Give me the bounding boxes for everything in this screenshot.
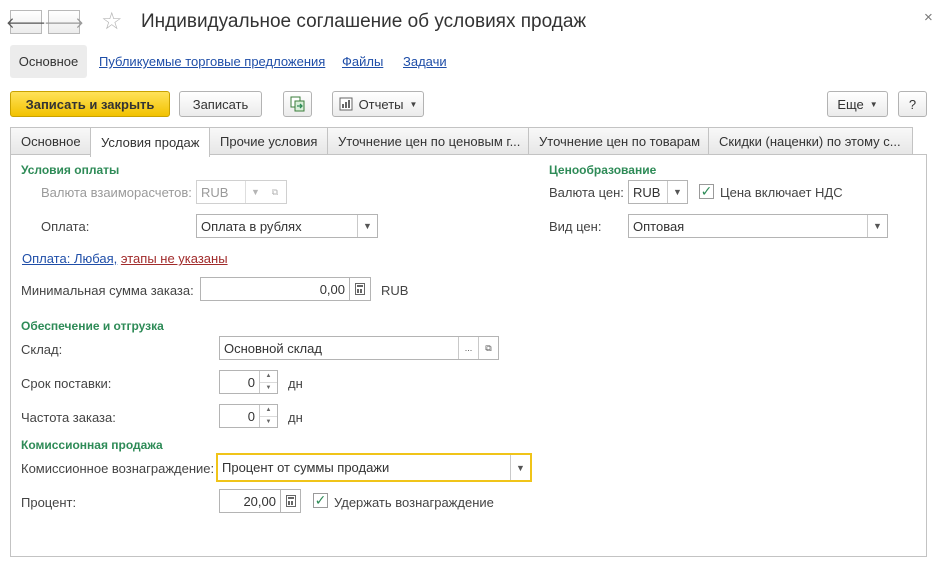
save-and-close-button[interactable]: Записать и закрыть: [10, 91, 170, 117]
percent-value: 20,00: [243, 493, 276, 509]
pricing-group-title: Ценообразование: [549, 163, 657, 177]
order-frequency-stepper[interactable]: ▲ ▼: [259, 405, 277, 427]
chevron-down-icon[interactable]: ▼: [667, 181, 687, 203]
forward-button[interactable]: 🡒: [44, 10, 84, 34]
section-link-offers[interactable]: Публикуемые торговые предложения: [99, 54, 325, 69]
percent-field[interactable]: 20,00: [219, 489, 281, 513]
min-order-amount-label: Минимальная сумма заказа:: [21, 283, 194, 298]
lead-time-field[interactable]: 0 ▲ ▼: [219, 370, 278, 394]
min-order-amount-unit: RUB: [381, 283, 409, 298]
arrow-left-icon: 🡐: [5, 14, 47, 32]
settlement-currency-field: RUB ▼: [196, 180, 266, 204]
lead-time-label: Срок поставки:: [21, 376, 112, 391]
tab-sales-terms[interactable]: Условия продаж: [90, 127, 210, 157]
calculator-icon: [281, 490, 300, 512]
tab-discounts[interactable]: Скидки (наценки) по этому с...: [708, 127, 913, 155]
percent-label: Процент:: [21, 495, 77, 510]
price-currency-field[interactable]: RUB ▼: [628, 180, 688, 204]
payment-stages-link[interactable]: этапы не указаны: [121, 251, 228, 266]
more-button[interactable]: Еще ▼: [827, 91, 888, 117]
price-currency-label: Валюта цен:: [549, 185, 624, 200]
reports-button[interactable]: Отчеты ▼: [332, 91, 424, 117]
open-icon[interactable]: ⧉: [478, 337, 498, 359]
back-button[interactable]: 🡐: [6, 10, 46, 34]
commission-group-title: Комиссионная продажа: [21, 438, 163, 452]
page-title: Индивидуальное соглашение об условиях пр…: [141, 11, 587, 32]
payment-terms-link[interactable]: Оплата: Любая,: [22, 251, 117, 266]
order-frequency-value: 0: [247, 408, 255, 424]
payment-group-title: Условия оплаты: [21, 163, 120, 177]
order-frequency-field[interactable]: 0 ▲ ▼: [219, 404, 278, 428]
chevron-down-icon[interactable]: ▼: [357, 215, 377, 237]
documents-icon: [290, 96, 304, 112]
lead-time-unit: дн: [288, 376, 303, 391]
price-includes-vat-label: Цена включает НДС: [720, 185, 843, 200]
help-button[interactable]: ?: [898, 91, 927, 117]
chevron-down-icon: ▼: [409, 99, 418, 109]
commission-reward-field[interactable]: Процент от суммы продажи ▼: [216, 453, 532, 482]
report-icon: [339, 97, 353, 111]
order-frequency-unit: дн: [288, 410, 303, 425]
payment-value: Оплата в рублях: [201, 218, 302, 234]
select-ellipsis-icon[interactable]: ...: [458, 337, 478, 359]
price-type-label: Вид цен:: [549, 219, 602, 234]
more-label: Еще: [837, 96, 864, 112]
stepper-up-icon[interactable]: ▲: [260, 405, 277, 417]
lead-time-stepper[interactable]: ▲ ▼: [259, 371, 277, 393]
close-icon[interactable]: ×: [924, 9, 933, 26]
tab-product-prices[interactable]: Уточнение цен по товарам: [528, 127, 709, 155]
checkmark-icon: ✓: [314, 492, 327, 508]
calculator-icon: [350, 278, 370, 300]
warehouse-field[interactable]: Основной склад ... ⧉: [219, 336, 499, 360]
payment-field[interactable]: Оплата в рублях ▼: [196, 214, 378, 238]
open-icon: ⧉: [271, 186, 279, 197]
save-button[interactable]: Записать: [179, 91, 262, 117]
lead-time-value: 0: [247, 374, 255, 390]
withhold-reward-label: Удержать вознаграждение: [334, 495, 494, 510]
price-type-value: Оптовая: [633, 218, 685, 234]
chevron-down-icon[interactable]: ▼: [867, 215, 887, 237]
payment-terms-link-row: Оплата: Любая, этапы не указаны: [22, 251, 228, 266]
price-currency-value: RUB: [633, 184, 661, 200]
withhold-reward-checkbox[interactable]: ✓: [313, 493, 328, 508]
percent-calc[interactable]: [280, 489, 301, 513]
tab-price-groups[interactable]: Уточнение цен по ценовым г...: [327, 127, 529, 155]
shipping-group-title: Обеспечение и отгрузка: [21, 319, 164, 333]
favorite-star-icon[interactable]: ☆: [101, 8, 123, 36]
min-order-amount-calc[interactable]: [349, 277, 371, 301]
chevron-down-icon[interactable]: ▼: [510, 455, 530, 480]
section-link-tasks[interactable]: Задачи: [403, 54, 447, 69]
price-includes-vat-checkbox[interactable]: ✓: [699, 184, 714, 199]
checkmark-icon: ✓: [700, 183, 713, 199]
min-order-amount-field[interactable]: 0,00: [200, 277, 350, 301]
order-frequency-label: Частота заказа:: [21, 410, 116, 425]
section-main[interactable]: Основное: [10, 45, 87, 78]
warehouse-value: Основной склад: [224, 340, 322, 356]
tab-other-terms[interactable]: Прочие условия: [209, 127, 328, 155]
chevron-down-icon: ▼: [245, 181, 265, 203]
payment-label: Оплата:: [41, 219, 90, 234]
min-order-amount-value: 0,00: [319, 281, 345, 297]
commission-reward-label: Комиссионное вознаграждение:: [21, 461, 215, 476]
settlement-currency-value: RUB: [201, 184, 229, 200]
stepper-up-icon[interactable]: ▲: [260, 371, 277, 383]
commission-reward-value: Процент от суммы продажи: [222, 460, 390, 475]
settlement-currency-label: Валюта взаиморасчетов:: [41, 185, 192, 200]
chevron-down-icon: ▼: [869, 99, 878, 109]
warehouse-label: Склад:: [21, 342, 63, 357]
price-type-field[interactable]: Оптовая ▼: [628, 214, 888, 238]
section-link-files[interactable]: Файлы: [342, 54, 383, 69]
related-documents-button[interactable]: [283, 91, 312, 117]
stepper-down-icon[interactable]: ▼: [260, 383, 277, 394]
tab-main[interactable]: Основное: [10, 127, 91, 155]
stepper-down-icon[interactable]: ▼: [260, 417, 277, 428]
settlement-currency-open: ⧉: [265, 180, 287, 204]
reports-label: Отчеты: [358, 96, 404, 112]
arrow-right-icon: 🡒: [43, 14, 85, 32]
